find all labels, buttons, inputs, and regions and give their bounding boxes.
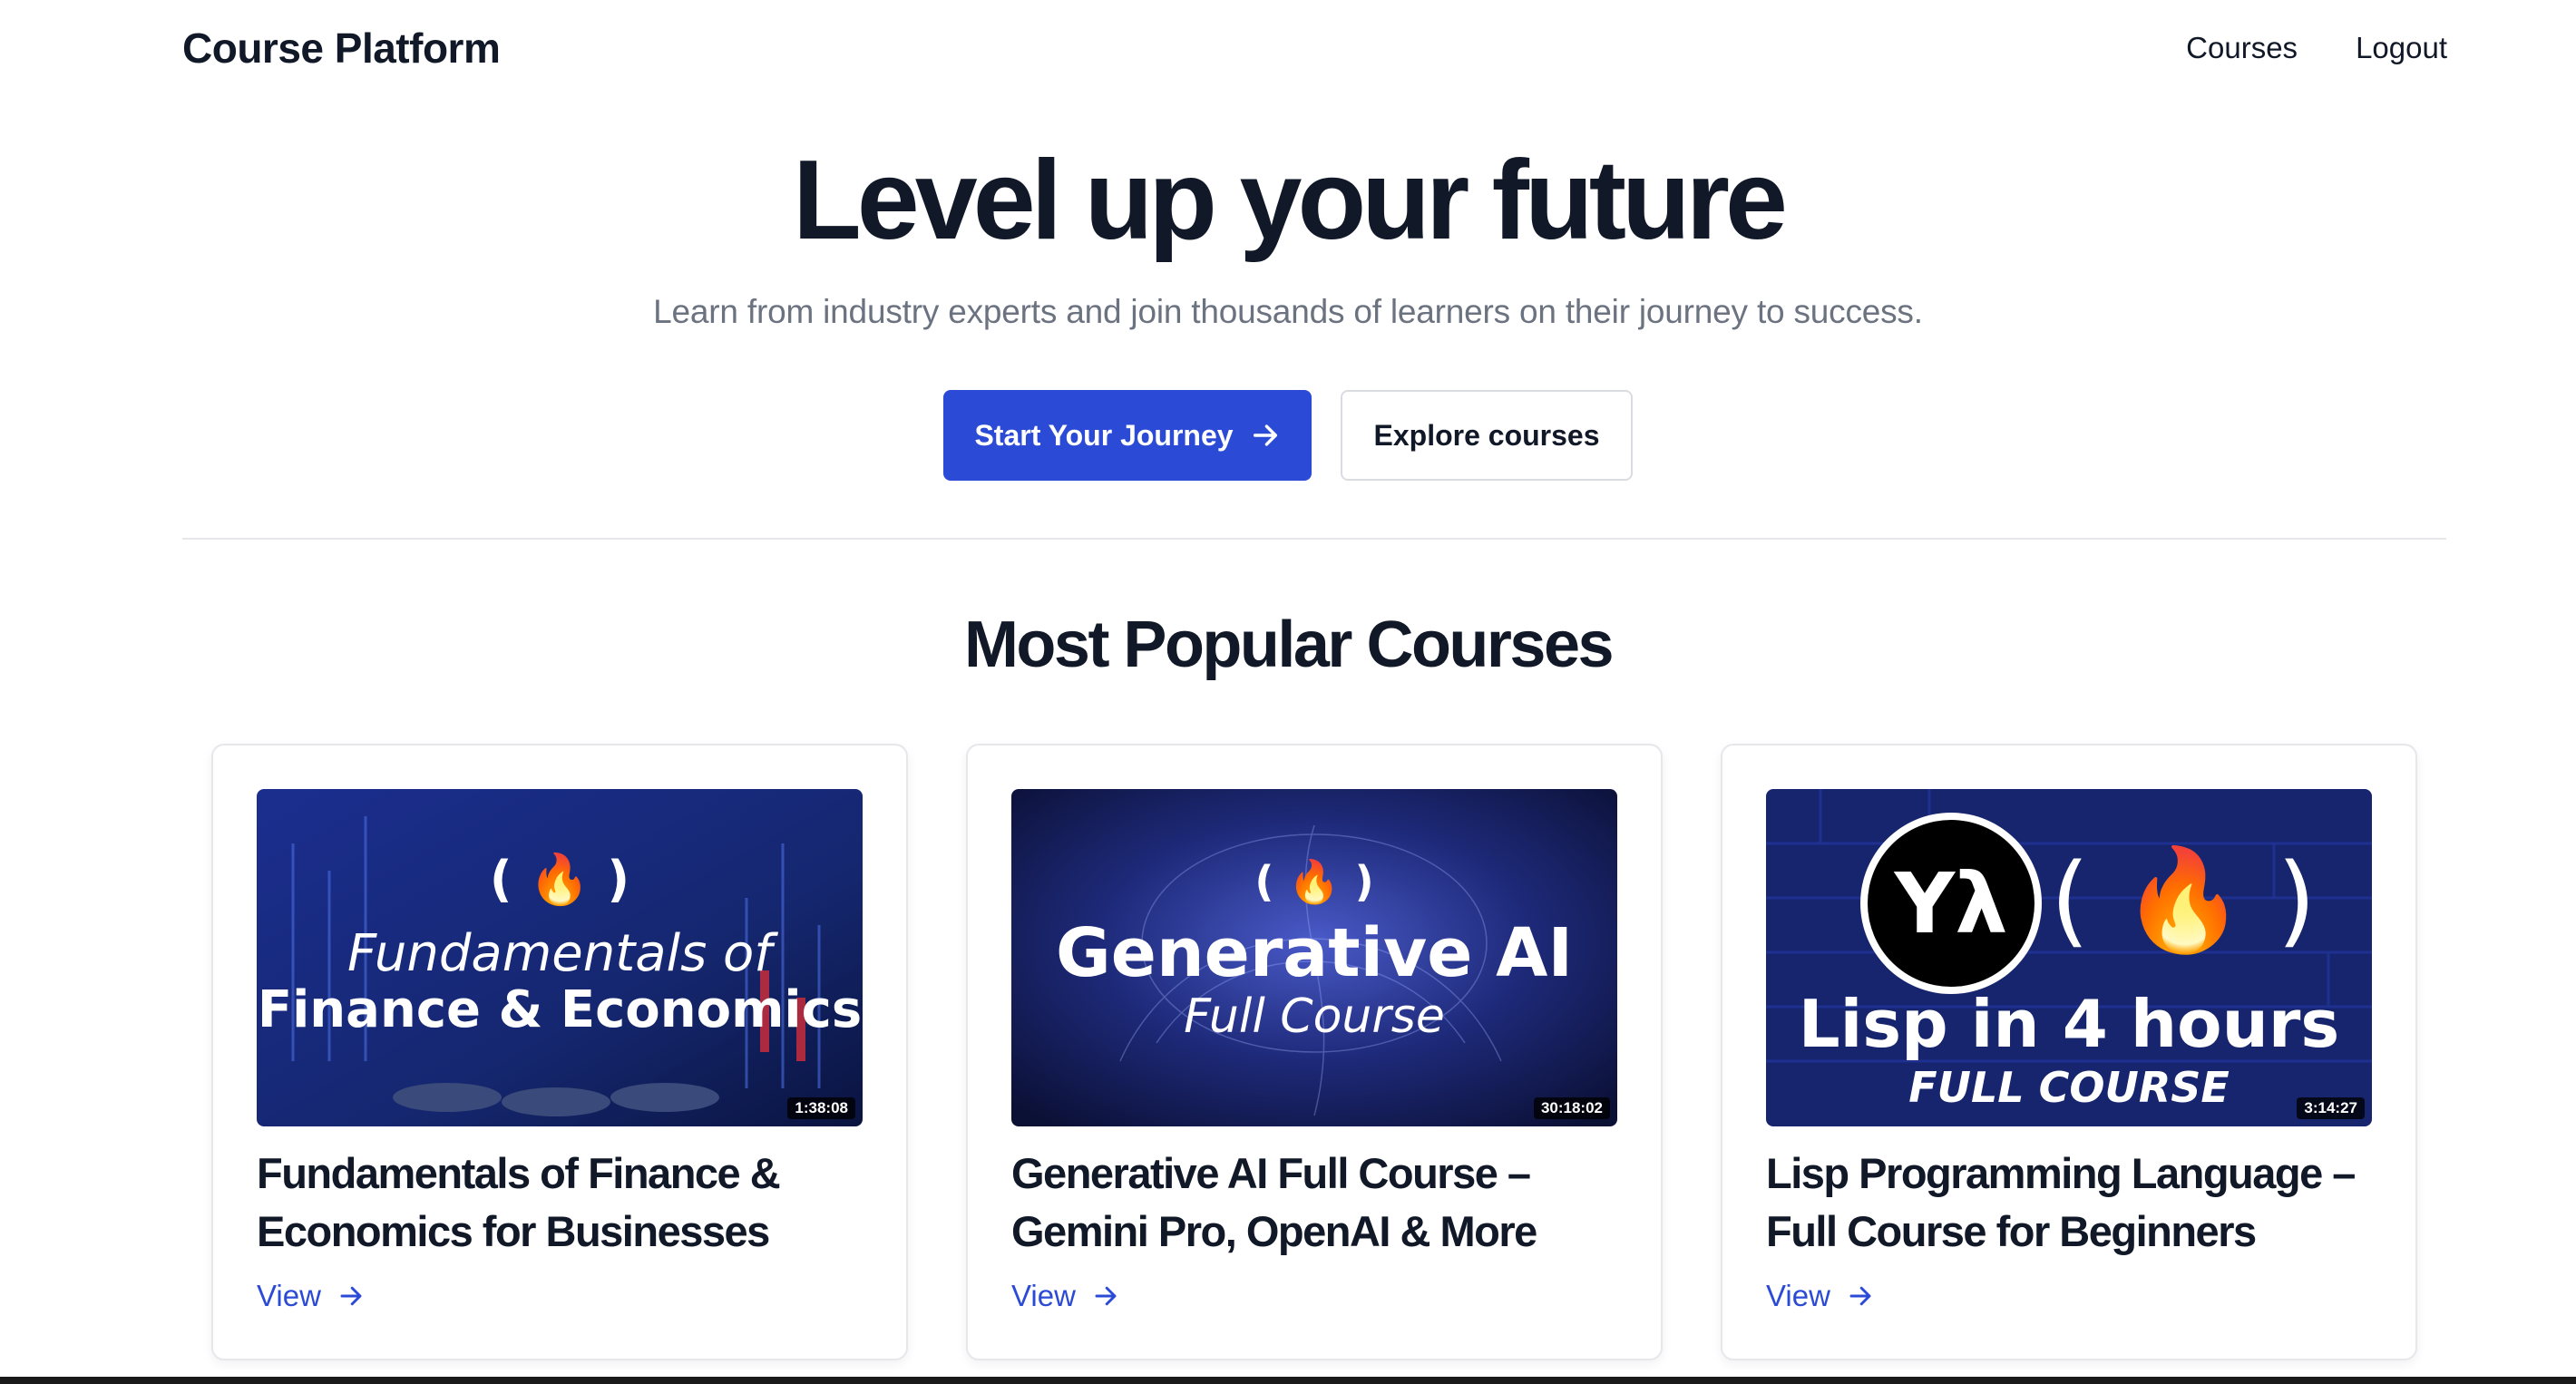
explore-courses-button[interactable]: Explore courses xyxy=(1341,390,1633,481)
course-title[interactable]: Lisp Programming Language – Full Course … xyxy=(1766,1145,2383,1261)
video-duration-badge: 30:18:02 xyxy=(1533,1097,1610,1119)
arrow-right-icon xyxy=(1253,424,1277,446)
svg-text:( 🔥 ): ( 🔥 ) xyxy=(2051,842,2317,958)
nav-logout-link[interactable]: Logout xyxy=(2356,31,2447,65)
start-journey-button[interactable]: Start Your Journey xyxy=(943,390,1312,481)
arrow-right-icon xyxy=(1849,1286,1871,1306)
view-link-label: View xyxy=(1766,1279,1830,1312)
nav-courses-link[interactable]: Courses xyxy=(2186,31,2298,65)
course-card[interactable]: ( 🔥 ) Fundamentals of Finance & Economic… xyxy=(211,744,908,1360)
video-duration-badge: 3:14:27 xyxy=(2297,1097,2365,1119)
thumb-text-line2: Full Course xyxy=(1184,989,1445,1044)
course-title[interactable]: Generative AI Full Course – Gemini Pro, … xyxy=(1011,1145,1628,1261)
finance-thumbnail-image: ( 🔥 ) Fundamentals of Finance & Economic… xyxy=(257,789,863,1126)
thumb-text-line1: Lisp in 4 hours xyxy=(1799,986,2340,1062)
nav-links: Courses Logout xyxy=(2186,31,2447,65)
genai-thumbnail-image: ( 🔥 ) Generative AI Full Course xyxy=(1011,789,1617,1126)
start-journey-label: Start Your Journey xyxy=(974,418,1234,452)
lisp-thumbnail-image: Yλ ( 🔥 ) Lisp in 4 hours FULL COURSE xyxy=(1766,789,2372,1126)
course-card[interactable]: ( 🔥 ) Generative AI Full Course 30:18:02… xyxy=(966,744,1663,1360)
video-duration-badge: 1:38:08 xyxy=(787,1097,855,1119)
brand-logo[interactable]: Course Platform xyxy=(182,24,501,73)
course-card[interactable]: Yλ ( 🔥 ) Lisp in 4 hours FULL COURSE 3:1… xyxy=(1721,744,2417,1360)
hero-cta-group: Start Your Journey Explore courses xyxy=(0,390,2576,481)
svg-text:Yλ: Yλ xyxy=(1894,855,2008,952)
hero-section: Level up your future Learn from industry… xyxy=(0,136,2576,331)
thumb-text-line2: FULL COURSE xyxy=(1908,1063,2230,1112)
popular-courses-heading: Most Popular Courses xyxy=(963,609,1615,681)
thumb-text-line1: Fundamentals of xyxy=(347,924,778,983)
svg-text:( 🔥 ): ( 🔥 ) xyxy=(1254,857,1373,906)
course-thumbnail-lisp[interactable]: Yλ ( 🔥 ) Lisp in 4 hours FULL COURSE 3:1… xyxy=(1766,789,2372,1126)
hero-title: Level up your future xyxy=(793,138,1788,263)
thumb-text-line2: Finance & Economics xyxy=(258,980,862,1039)
hero-subtitle: Learn from industry experts and join tho… xyxy=(653,292,1923,330)
view-link-label: View xyxy=(1011,1279,1076,1312)
view-course-link[interactable]: View xyxy=(257,1279,365,1313)
svg-text:( 🔥 ): ( 🔥 ) xyxy=(490,851,629,908)
thumb-text-line1: Generative AI xyxy=(1056,914,1573,992)
course-title[interactable]: Fundamentals of Finance & Economics for … xyxy=(257,1145,873,1261)
view-course-link[interactable]: View xyxy=(1766,1279,1874,1313)
course-thumbnail-genai[interactable]: ( 🔥 ) Generative AI Full Course 30:18:02 xyxy=(1011,789,1617,1126)
section-divider xyxy=(182,538,2446,540)
view-course-link[interactable]: View xyxy=(1011,1279,1119,1313)
window-bottom-edge xyxy=(0,1377,2576,1384)
arrow-right-icon xyxy=(1095,1286,1117,1306)
arrow-right-icon xyxy=(340,1286,362,1306)
course-thumbnail-finance[interactable]: ( 🔥 ) Fundamentals of Finance & Economic… xyxy=(257,789,863,1126)
top-nav-bar: Course Platform Courses Logout xyxy=(0,0,2576,100)
view-link-label: View xyxy=(257,1279,321,1312)
